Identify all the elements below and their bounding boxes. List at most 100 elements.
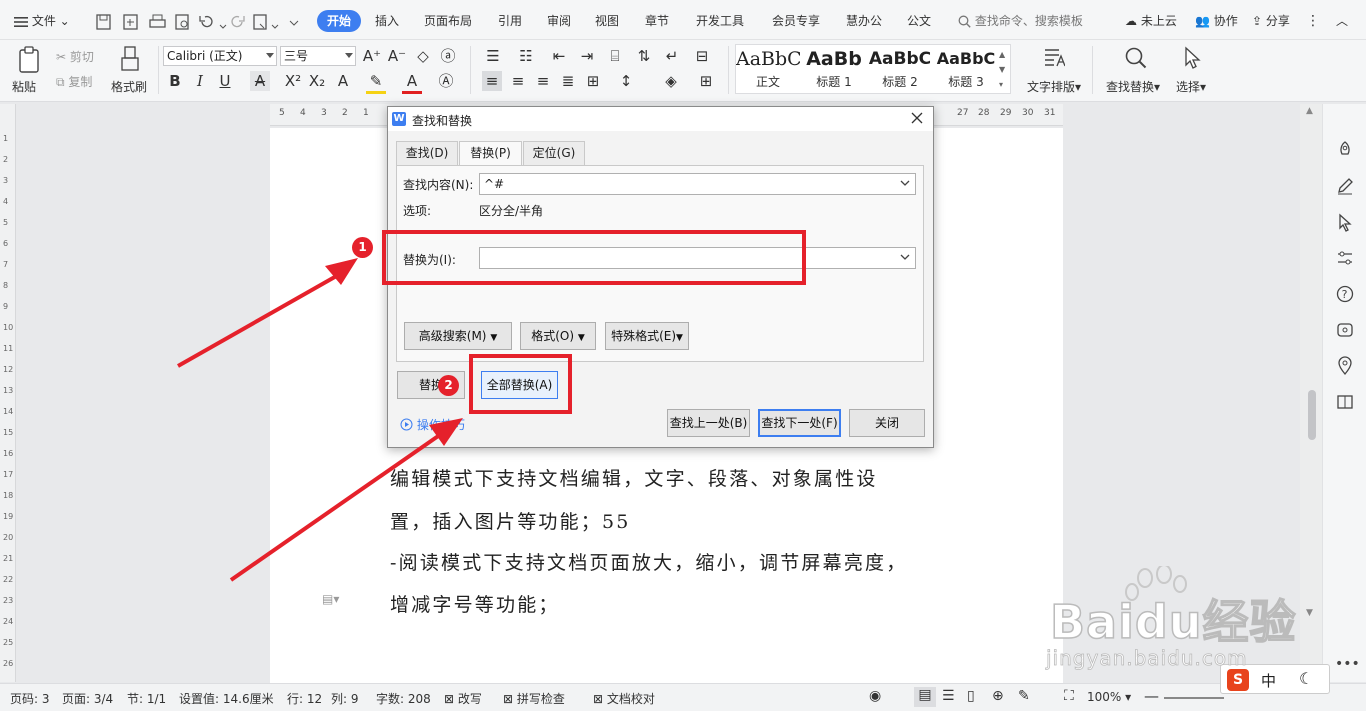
document-line[interactable]: 置，插入图片等功能；55: [390, 507, 631, 534]
style-heading-3[interactable]: AaBbC 标题 3: [934, 45, 998, 93]
font-size-select[interactable]: 三号: [280, 46, 356, 66]
page-view-icon[interactable]: ▤: [914, 687, 936, 707]
status-proofread[interactable]: ⊠ 文档校对: [593, 690, 655, 707]
close-icon[interactable]: [910, 111, 924, 125]
find-next-button[interactable]: 查找下一处(F): [758, 409, 841, 437]
paragraph-marker-icon[interactable]: ▤▾: [322, 592, 339, 606]
write-view-icon[interactable]: ✎: [1018, 688, 1030, 704]
share-button[interactable]: ⇪ 分享: [1252, 10, 1290, 32]
more-icon[interactable]: ⋮: [1306, 10, 1320, 32]
scroll-up-icon[interactable]: ▲: [1306, 106, 1313, 116]
styles-scroll-icon[interactable]: ▲ ▼ ▾: [999, 47, 1009, 92]
chinese-layout-icon[interactable]: ⌸: [605, 46, 625, 66]
format-painter-button[interactable]: 格式刷: [108, 44, 152, 98]
tab-stops-icon[interactable]: ⊟: [692, 46, 712, 66]
bullet-list-icon[interactable]: ☰: [483, 46, 503, 66]
more-tools-icon[interactable]: •••: [1335, 656, 1360, 672]
tab-smart-office[interactable]: 慧办公: [846, 10, 882, 32]
copy-button[interactable]: ⧉ 复制: [56, 73, 92, 90]
style-heading-2[interactable]: AaBbC 标题 2: [868, 45, 932, 93]
tab-developer[interactable]: 开发工具: [696, 10, 744, 32]
ai-assist-icon[interactable]: [1335, 320, 1355, 340]
style-normal[interactable]: AaBbCcI 正文: [736, 45, 800, 93]
tab-member[interactable]: 会员专享: [772, 10, 820, 32]
scroll-thumb[interactable]: [1308, 390, 1316, 440]
eye-protection-icon[interactable]: ◉: [869, 688, 881, 704]
rocket-icon[interactable]: [1335, 140, 1355, 160]
superscript-icon[interactable]: X²: [283, 71, 303, 91]
moon-icon[interactable]: ☾: [1299, 669, 1313, 688]
sliders-icon[interactable]: [1335, 248, 1355, 268]
tab-review[interactable]: 审阅: [547, 10, 571, 32]
numbered-list-icon[interactable]: ☷: [516, 46, 536, 66]
phonetic-icon[interactable]: ⓐ: [438, 46, 458, 66]
status-setting-value[interactable]: 设置值: 14.6厘米: [179, 690, 274, 707]
status-section[interactable]: 节: 1/1: [127, 690, 166, 707]
file-menu[interactable]: 文件 ⌄: [14, 10, 70, 32]
help-icon[interactable]: ?: [1335, 284, 1355, 304]
char-border-icon[interactable]: Ⓐ: [436, 71, 456, 91]
collapse-ribbon-icon[interactable]: ︿: [1336, 10, 1348, 32]
document-line[interactable]: -阅读模式下支持文档页面放大，缩小，调节屏幕亮度，: [390, 548, 907, 575]
zoom-slider[interactable]: [1164, 697, 1224, 699]
pointer-icon[interactable]: [1335, 212, 1355, 232]
highlight-icon[interactable]: ✎: [366, 71, 386, 94]
tab-insert[interactable]: 插入: [375, 10, 399, 32]
italic-icon[interactable]: I: [190, 71, 210, 91]
document-line[interactable]: 增减字号等功能；: [390, 590, 560, 617]
advanced-search-button[interactable]: 高级搜索(M) ▼: [404, 322, 512, 350]
font-color-icon[interactable]: A: [402, 71, 422, 94]
find-what-input[interactable]: ^#: [479, 173, 916, 195]
line-spacing-icon[interactable]: ↕: [616, 71, 636, 91]
status-overwrite[interactable]: ⊠ 改写: [444, 690, 482, 707]
align-left-icon[interactable]: ≡: [482, 71, 502, 91]
vertical-scrollbar[interactable]: ▲ ▼: [1300, 104, 1322, 682]
status-spellcheck[interactable]: ⊠ 拼写检查: [503, 690, 565, 707]
pen-icon[interactable]: [1335, 176, 1355, 196]
cloud-status[interactable]: ☁ 未上云: [1125, 10, 1177, 32]
sort-icon[interactable]: ⇅: [634, 46, 654, 66]
shrink-font-icon[interactable]: A⁻: [387, 46, 407, 66]
tab-goto[interactable]: 定位(G): [523, 141, 585, 165]
bold-icon[interactable]: B: [165, 71, 185, 91]
decrease-indent-icon[interactable]: ⇤: [549, 46, 569, 66]
status-page-count[interactable]: 页面: 3/4: [62, 690, 113, 707]
strikethrough-icon[interactable]: A: [250, 71, 270, 91]
shading-icon[interactable]: ◈: [661, 71, 681, 91]
status-word-count[interactable]: 字数: 208: [376, 690, 431, 707]
document-line[interactable]: 编辑模式下支持文档编辑，文字、段落、对象属性设: [390, 464, 878, 491]
collab-button[interactable]: 👥 协作: [1195, 10, 1238, 32]
borders-icon[interactable]: ⊞: [696, 71, 716, 91]
justify-icon[interactable]: ≣: [558, 71, 578, 91]
location-pin-icon[interactable]: [1335, 356, 1355, 376]
close-button[interactable]: 关闭: [849, 409, 925, 437]
tab-official-doc[interactable]: 公文: [907, 10, 931, 32]
increase-indent-icon[interactable]: ⇥: [577, 46, 597, 66]
clear-format-icon[interactable]: ◇: [413, 46, 433, 66]
tab-find[interactable]: 查找(D): [396, 141, 458, 165]
underline-icon[interactable]: U: [215, 71, 235, 91]
tab-references[interactable]: 引用: [498, 10, 522, 32]
paste-button[interactable]: 粘贴: [8, 44, 50, 98]
status-row[interactable]: 行: 12: [287, 690, 322, 707]
find-replace-button[interactable]: 查找替换▾: [1103, 44, 1169, 98]
subscript-icon[interactable]: X₂: [307, 71, 327, 91]
tab-chapter[interactable]: 章节: [645, 10, 669, 32]
tab-view[interactable]: 视图: [595, 10, 619, 32]
chevron-down-icon[interactable]: [900, 252, 910, 262]
distribute-icon[interactable]: ⊞: [583, 71, 603, 91]
web-view-icon[interactable]: ⊕: [992, 688, 1004, 704]
reading-mode-icon[interactable]: [1335, 392, 1355, 412]
find-previous-button[interactable]: 查找上一处(B): [667, 409, 750, 437]
align-right-icon[interactable]: ≡: [533, 71, 553, 91]
special-format-button[interactable]: 特殊格式(E)▼: [605, 322, 689, 350]
zoom-out-icon[interactable]: —: [1144, 687, 1159, 705]
status-page-number[interactable]: 页码: 3: [10, 690, 50, 707]
reading-view-icon[interactable]: ▯: [967, 688, 975, 704]
scroll-down-icon[interactable]: ▼: [1306, 608, 1313, 618]
cut-button[interactable]: ✂ 剪切: [56, 48, 94, 65]
chevron-down-icon[interactable]: [900, 178, 910, 188]
command-search[interactable]: 查找命令、搜索模板: [958, 10, 1083, 32]
zoom-level[interactable]: 100% ▾: [1087, 690, 1131, 704]
select-button[interactable]: 选择▾: [1172, 44, 1212, 98]
